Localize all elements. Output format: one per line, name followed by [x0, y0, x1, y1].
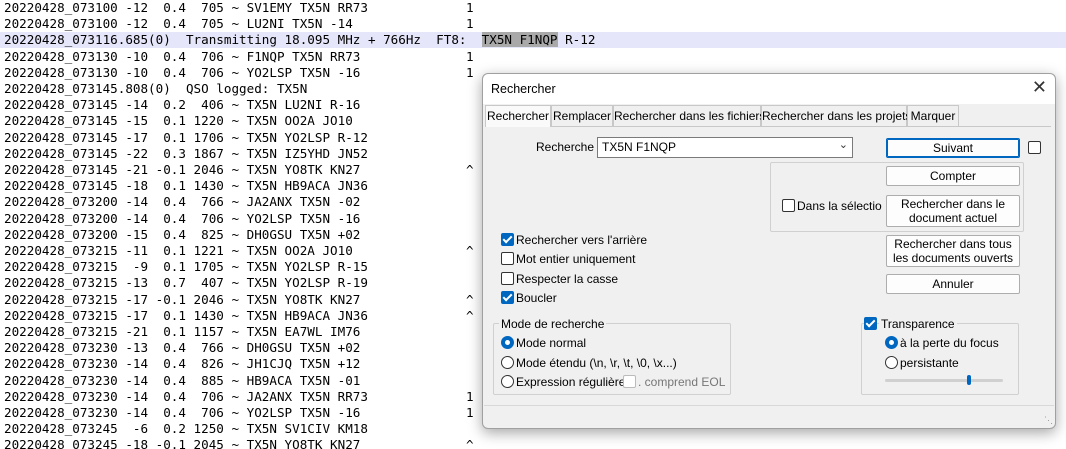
in-selection-checkbox[interactable] [782, 199, 795, 212]
search-combobox[interactable]: TX5N F1NQP ⌄ [597, 137, 853, 158]
tab-rechercher-projets[interactable]: Rechercher dans les projets [761, 105, 911, 126]
search-input[interactable]: TX5N F1NQP [602, 140, 676, 154]
dot-matches-eol-checkbox[interactable] [623, 375, 636, 388]
log-marker: ^ [466, 307, 474, 323]
tab-remplacer[interactable]: Remplacer [551, 105, 613, 126]
log-line-text: 20220428_073116.685(0) Transmitting 18.0… [4, 32, 482, 48]
log-line-text: 20220428_073215 -13 0.7 407 ~ TX5N YO2LS… [4, 275, 368, 291]
log-line-text: 20220428_073145 -22 0.3 1867 ~ TX5N IZ5Y… [4, 145, 368, 161]
resize-grip-icon[interactable]: ⋱ [1044, 415, 1053, 426]
log-line-text: 20220428_073230 -14 0.4 706 ~ YO2LSP TX5… [4, 405, 361, 420]
log-line-text: 20220428_073200 -14 0.4 706 ~ YO2LSP TX5… [4, 210, 361, 226]
backward-label[interactable]: Rechercher vers l'arrière [516, 233, 647, 247]
log-line: 20220428_073116.685(0) Transmitting 18.0… [0, 32, 1066, 49]
search-mode-title: Mode de recherche [499, 317, 607, 331]
find-in-current-button[interactable]: Rechercher dans le document actuel [886, 195, 1020, 227]
log-line-text: 20220428_073245 -6 0.2 1250 ~ TX5N SV1CI… [4, 421, 368, 437]
dot-matches-eol-label: . comprend EOL [638, 375, 726, 389]
log-line-text: 20220428_073100 -12 0.4 705 ~ SV1EMY TX5… [4, 0, 368, 15]
log-marker: ^ [466, 243, 474, 258]
transparency-slider[interactable] [885, 379, 1003, 382]
whole-word-checkbox[interactable] [501, 252, 514, 265]
log-line-text: 20220428_073145 -14 0.2 406 ~ TX5N LU2NI… [4, 97, 361, 113]
on-focus-loss-label[interactable]: à la perte du focus [900, 336, 999, 350]
close-icon[interactable]: ✕ [1032, 77, 1047, 98]
find-dialog: Rechercher ✕ Rechercher Remplacer Recher… [482, 73, 1056, 429]
log-line-text: 20220428_073230 -14 0.4 826 ~ JH1CJQ TX5… [4, 356, 361, 372]
log-line: 20220428_073245 -18 -0.1 2045 ~ TX5N YO8… [4, 437, 1064, 449]
mode-extended-radio[interactable] [501, 356, 514, 369]
log-line-text: 20220428_073215 -17 -0.1 2046 ~ TX5N YO8… [4, 291, 361, 307]
find-in-all-button[interactable]: Rechercher dans tous les documents ouver… [886, 235, 1020, 267]
log-line-text: 20220428_073200 -15 0.4 825 ~ DH0GSU TX5… [4, 226, 361, 242]
log-line-text: 20220428_073145 -17 0.1 1706 ~ TX5N YO2L… [4, 129, 368, 145]
log-marker: 1 [466, 388, 474, 404]
log-line: 20220428_073100 -12 0.4 705 ~ SV1EMY TX5… [4, 0, 1064, 16]
mode-regex-radio[interactable] [501, 375, 514, 388]
log-line-text: 20220428_073230 -14 0.4 706 ~ JA2ANX TX5… [4, 388, 368, 404]
log-line-text: 20220428_073215 -9 0.1 1705 ~ TX5N YO2LS… [4, 259, 368, 275]
count-button[interactable]: Compter [886, 166, 1020, 186]
log-marker: 1 [466, 64, 474, 80]
backward-checkbox[interactable] [501, 233, 514, 246]
search-label: Recherche : [536, 140, 601, 154]
log-line-text: 20220428_073130 -10 0.4 706 ~ F1NQP TX5N… [4, 48, 361, 64]
in-selection-label: Dans la sélectio [797, 199, 882, 213]
persistent-radio[interactable] [885, 356, 898, 369]
log-marker: 1 [466, 405, 474, 420]
tab-marquer[interactable]: Marquer [907, 105, 959, 126]
transparency-title[interactable]: Transparence [879, 317, 957, 331]
log-line-text: 20220428_073145.808(0) QSO logged: TX5N [4, 81, 308, 96]
selected-text: TX5N F1NQP [481, 32, 558, 48]
log-line-text: 20220428_073230 -13 0.4 766 ~ DH0GSU TX5… [4, 340, 361, 356]
log-marker: ^ [466, 291, 474, 307]
log-marker: 1 [466, 16, 474, 32]
log-marker: 1 [466, 48, 474, 64]
wrap-checkbox[interactable] [501, 291, 514, 304]
log-line-text: 20220428_073200 -14 0.4 766 ~ JA2ANX TX5… [4, 194, 361, 210]
transparency-checkbox[interactable] [864, 317, 877, 330]
transmit-report: R-12 [557, 32, 596, 48]
next-option-checkbox[interactable] [1028, 141, 1041, 154]
tab-rechercher[interactable]: Rechercher [485, 105, 551, 127]
dialog-title: Rechercher [491, 82, 556, 96]
log-line-text: 20220428_073230 -14 0.4 885 ~ HB9ACA TX5… [4, 372, 361, 388]
dialog-titlebar[interactable]: Rechercher ✕ [483, 74, 1055, 104]
log-line-text: 20220428_073215 -17 0.1 1430 ~ TX5N HB9A… [4, 307, 368, 323]
wrap-label[interactable]: Boucler [516, 291, 557, 305]
whole-word-label[interactable]: Mot entier uniquement [516, 252, 635, 266]
on-focus-loss-radio[interactable] [885, 336, 898, 349]
persistent-label[interactable]: persistante [900, 356, 959, 370]
log-line-text: 20220428_073145 -15 0.1 1220 ~ TX5N OO2A… [4, 113, 353, 129]
log-marker: 1 [466, 0, 474, 15]
log-line: 20220428_073100 -12 0.4 705 ~ LU2NI TX5N… [4, 16, 1064, 32]
log-line: 20220428_073130 -10 0.4 706 ~ F1NQP TX5N… [4, 49, 1064, 65]
transparency-slider-thumb[interactable] [967, 375, 971, 385]
mode-regex-label[interactable]: Expression régulière [516, 375, 625, 389]
match-case-label[interactable]: Respecter la casse [516, 272, 618, 286]
log-line-text: 20220428_073215 -21 0.1 1157 ~ TX5N EA7W… [4, 324, 361, 339]
mode-normal-label[interactable]: Mode normal [516, 336, 586, 350]
match-case-checkbox[interactable] [501, 272, 514, 285]
tab-rechercher-fichiers[interactable]: Rechercher dans les fichiers [613, 105, 765, 126]
chevron-down-icon[interactable]: ⌄ [839, 138, 848, 151]
log-marker: ^ [466, 437, 474, 449]
log-line-text: 20220428_073145 -18 0.1 1430 ~ TX5N HB9A… [4, 178, 368, 194]
dialog-status-divider [484, 405, 1054, 406]
mode-normal-radio[interactable] [501, 336, 514, 349]
cancel-button[interactable]: Annuler [886, 274, 1020, 294]
log-line-text: 20220428_073245 -18 -0.1 2045 ~ TX5N YO8… [4, 437, 361, 449]
log-marker: ^ [466, 162, 474, 177]
log-line-text: 20220428_073215 -11 0.1 1221 ~ TX5N OO2A… [4, 243, 353, 258]
log-line-text: 20220428_073100 -12 0.4 705 ~ LU2NI TX5N… [4, 16, 353, 32]
mode-extended-label[interactable]: Mode étendu (\n, \r, \t, \0, \x...) [516, 356, 677, 370]
next-button[interactable]: Suivant [886, 138, 1020, 158]
log-line-text: 20220428_073130 -10 0.4 706 ~ YO2LSP TX5… [4, 64, 361, 80]
log-line-text: 20220428_073145 -21 -0.1 2046 ~ TX5N YO8… [4, 162, 361, 177]
